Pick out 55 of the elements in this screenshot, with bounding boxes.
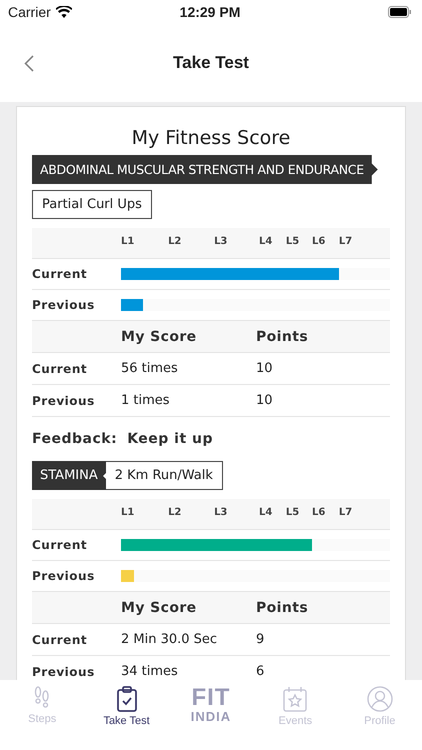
tab-item[interactable]: Events [260, 686, 330, 750]
feedback-text: Keep it up [127, 431, 214, 447]
column-header: My Score [121, 600, 198, 616]
level-label: L4 [258, 507, 272, 518]
test-name-tag: Partial Curl Ups [32, 190, 152, 219]
level-label: L7 [338, 507, 352, 518]
level-label: L6 [312, 507, 326, 518]
level-label: L3 [214, 507, 228, 518]
level-label: L3 [214, 236, 228, 247]
points-cell-text: 9 [256, 632, 266, 647]
back-icon[interactable] [24, 55, 34, 72]
row-label: Previous [32, 664, 96, 678]
status-time: 12:29 PM [180, 4, 240, 20]
column-header: Points [256, 600, 310, 616]
level-label: L4 [258, 236, 272, 247]
score-cell-text: 1 times [121, 393, 171, 408]
score-cell-text: 2 Min 30.0 Sec [121, 632, 218, 647]
row-label: Current [32, 267, 88, 281]
row-label: Previous [32, 569, 96, 583]
category-banner: STAMINA [32, 461, 106, 490]
carrier-label: Carrier [8, 4, 51, 20]
score-cell-text: 34 times [121, 664, 179, 679]
points-cell-text: 10 [256, 361, 274, 376]
column-header: Points [256, 328, 310, 344]
page-title: Take Test [173, 53, 249, 73]
score-cell-text: 56 times [121, 361, 179, 376]
clipboard-check-icon [116, 686, 137, 712]
test-name-tag: 2 Km Run/Walk [106, 461, 223, 490]
level-label: L2 [168, 507, 182, 518]
level-label: L5 [286, 236, 300, 247]
category-banner: ABDOMINAL MUSCULAR STRENGTH AND ENDURANCE [32, 155, 378, 184]
profile-icon [366, 686, 393, 712]
level-label: L2 [168, 236, 182, 247]
feedback-label: Feedback: [32, 431, 118, 447]
tab-item[interactable]: Take Test [92, 686, 162, 750]
tab-item[interactable]: Profile [344, 686, 415, 750]
footprints-icon [34, 686, 50, 710]
level-label: L6 [312, 236, 326, 247]
row-label: Current [32, 538, 88, 552]
level-label: L5 [286, 507, 300, 518]
fit-india-logo[interactable]: FIT INDIA [176, 686, 246, 750]
card-title: My Fitness Score [130, 127, 292, 149]
wifi-icon [56, 6, 72, 18]
level-label: L1 [121, 236, 134, 247]
row-label: Current [32, 362, 88, 376]
battery-icon [388, 6, 412, 18]
points-cell-text: 6 [256, 664, 266, 679]
points-cell-text: 10 [256, 393, 274, 408]
column-header: My Score [121, 328, 198, 344]
level-label: L7 [338, 236, 352, 247]
tab-item[interactable]: Steps [7, 686, 78, 750]
level-label: L1 [121, 507, 134, 518]
row-label: Previous [32, 298, 96, 312]
row-label: Current [32, 632, 88, 646]
row-label: Previous [32, 394, 96, 408]
